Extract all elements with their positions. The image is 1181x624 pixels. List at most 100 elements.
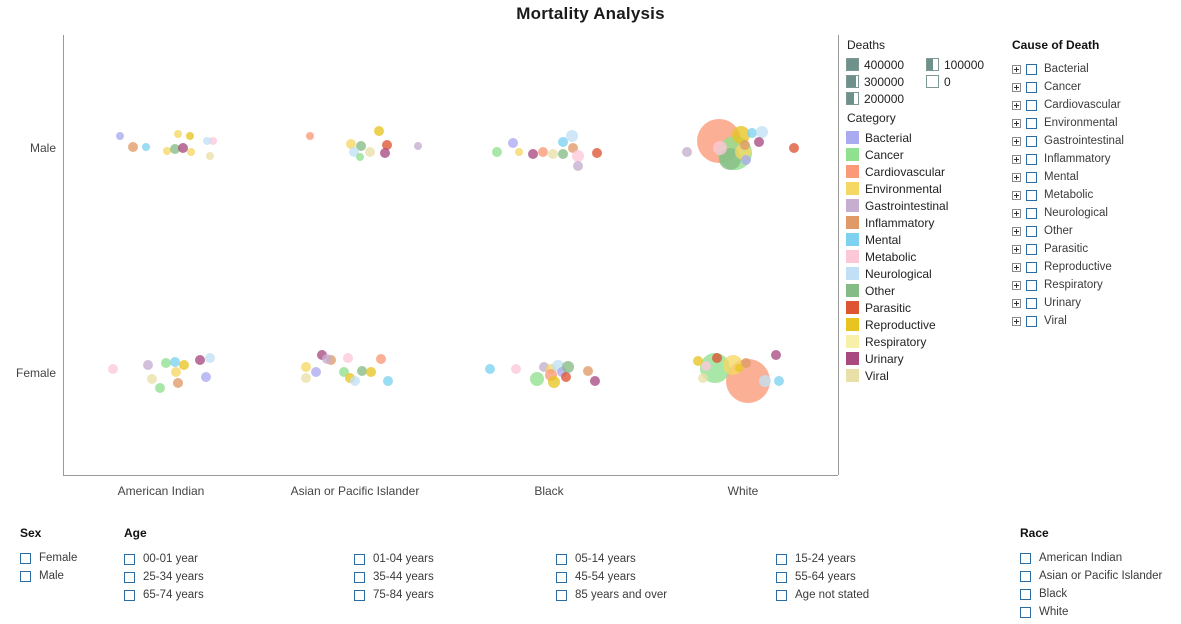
bubble-point[interactable]: [789, 143, 799, 153]
expand-plus-icon[interactable]: [1012, 208, 1021, 218]
age-filter-item-checkbox[interactable]: [776, 553, 787, 565]
race-filter-item-checkbox[interactable]: [1020, 606, 1031, 618]
cause-of-death-item[interactable]: Other: [1012, 222, 1181, 240]
expand-plus-icon[interactable]: [1012, 82, 1021, 92]
bubble-point[interactable]: [306, 132, 314, 140]
age-filter-item-checkbox[interactable]: [354, 553, 365, 565]
bubble-point[interactable]: [682, 147, 692, 157]
cause-of-death-item[interactable]: Cancer: [1012, 78, 1181, 96]
cause-of-death-checkbox[interactable]: [1026, 207, 1037, 219]
age-filter-item[interactable]: 45-54 years: [556, 568, 667, 586]
bubble-point[interactable]: [187, 148, 195, 156]
bubble-point[interactable]: [201, 372, 211, 382]
category-legend-item[interactable]: Other: [846, 282, 1006, 299]
age-filter-item-checkbox[interactable]: [354, 571, 365, 583]
age-filter-item-checkbox[interactable]: [776, 589, 787, 601]
bubble-point[interactable]: [356, 153, 364, 161]
bubble-point[interactable]: [128, 142, 138, 152]
race-filter-item[interactable]: White: [1020, 603, 1162, 621]
race-filter-item-checkbox[interactable]: [1020, 570, 1031, 582]
bubble-point[interactable]: [311, 367, 321, 377]
race-filter-item[interactable]: Black: [1020, 585, 1162, 603]
expand-plus-icon[interactable]: [1012, 316, 1021, 326]
sex-filter-item[interactable]: Female: [20, 549, 77, 567]
bubble-point[interactable]: [566, 130, 578, 142]
bubble-point[interactable]: [712, 353, 722, 363]
age-filter-item-checkbox[interactable]: [124, 589, 135, 601]
age-filter-item-checkbox[interactable]: [556, 589, 567, 601]
age-filter-item-checkbox[interactable]: [354, 589, 365, 601]
bubble-point[interactable]: [366, 367, 376, 377]
cause-of-death-checkbox[interactable]: [1026, 315, 1037, 327]
bubble-point[interactable]: [735, 364, 743, 372]
category-legend-item[interactable]: Cardiovascular: [846, 163, 1006, 180]
sex-filter-item[interactable]: Male: [20, 567, 77, 585]
age-filter-item[interactable]: 55-64 years: [776, 568, 869, 586]
bubble-point[interactable]: [380, 148, 390, 158]
bubble-point[interactable]: [108, 364, 118, 374]
category-legend-item[interactable]: Reproductive: [846, 316, 1006, 333]
cause-of-death-item[interactable]: Reproductive: [1012, 258, 1181, 276]
cause-of-death-item[interactable]: Respiratory: [1012, 276, 1181, 294]
cause-of-death-checkbox[interactable]: [1026, 189, 1037, 201]
bubble-point[interactable]: [741, 155, 751, 165]
bubble-point[interactable]: [116, 132, 124, 140]
cause-of-death-item[interactable]: Bacterial: [1012, 60, 1181, 78]
bubble-point[interactable]: [713, 141, 727, 155]
bubble-point[interactable]: [414, 142, 422, 150]
bubble-point[interactable]: [343, 353, 353, 363]
category-legend-item[interactable]: Environmental: [846, 180, 1006, 197]
expand-plus-icon[interactable]: [1012, 100, 1021, 110]
bubble-point[interactable]: [511, 364, 521, 374]
expand-plus-icon[interactable]: [1012, 280, 1021, 290]
cause-of-death-checkbox[interactable]: [1026, 153, 1037, 165]
cause-of-death-checkbox[interactable]: [1026, 243, 1037, 255]
bubble-point[interactable]: [558, 149, 568, 159]
bubble-point[interactable]: [485, 364, 495, 374]
bubble-point[interactable]: [174, 130, 182, 138]
expand-plus-icon[interactable]: [1012, 226, 1021, 236]
cause-of-death-checkbox[interactable]: [1026, 297, 1037, 309]
category-legend-item[interactable]: Cancer: [846, 146, 1006, 163]
age-filter-item[interactable]: 01-04 years: [354, 550, 434, 568]
cause-of-death-item[interactable]: Mental: [1012, 168, 1181, 186]
bubble-point[interactable]: [759, 375, 771, 387]
cause-of-death-item[interactable]: Cardiovascular: [1012, 96, 1181, 114]
cause-of-death-item[interactable]: Gastrointestinal: [1012, 132, 1181, 150]
cause-of-death-item[interactable]: Urinary: [1012, 294, 1181, 312]
bubble-point[interactable]: [515, 148, 523, 156]
age-filter-item-checkbox[interactable]: [124, 553, 135, 565]
bubble-point[interactable]: [754, 137, 764, 147]
bubble-point[interactable]: [171, 367, 181, 377]
category-legend-item[interactable]: Inflammatory: [846, 214, 1006, 231]
bubble-point[interactable]: [548, 149, 558, 159]
category-legend-item[interactable]: Bacterial: [846, 129, 1006, 146]
age-filter-item[interactable]: 35-44 years: [354, 568, 434, 586]
category-legend-item[interactable]: Parasitic: [846, 299, 1006, 316]
bubble-point[interactable]: [508, 138, 518, 148]
cause-of-death-checkbox[interactable]: [1026, 63, 1037, 75]
bubble-point[interactable]: [383, 376, 393, 386]
cause-of-death-checkbox[interactable]: [1026, 117, 1037, 129]
bubble-point[interactable]: [147, 374, 157, 384]
cause-of-death-checkbox[interactable]: [1026, 135, 1037, 147]
bubble-point[interactable]: [590, 376, 600, 386]
category-legend-item[interactable]: Respiratory: [846, 333, 1006, 350]
race-filter-item[interactable]: Asian or Pacific Islander: [1020, 567, 1162, 585]
bubble-point[interactable]: [538, 147, 548, 157]
bubble-point[interactable]: [179, 360, 189, 370]
race-filter-item[interactable]: American Indian: [1020, 549, 1162, 567]
bubble-point[interactable]: [155, 383, 165, 393]
bubble-point[interactable]: [205, 353, 215, 363]
expand-plus-icon[interactable]: [1012, 118, 1021, 128]
cause-of-death-item[interactable]: Metabolic: [1012, 186, 1181, 204]
bubble-point[interactable]: [492, 147, 502, 157]
category-legend-item[interactable]: Mental: [846, 231, 1006, 248]
bubble-point[interactable]: [528, 149, 538, 159]
age-filter-item[interactable]: 65-74 years: [124, 586, 204, 604]
bubble-point[interactable]: [206, 152, 214, 160]
bubble-point[interactable]: [186, 132, 194, 140]
cause-of-death-item[interactable]: Neurological: [1012, 204, 1181, 222]
race-filter-item-checkbox[interactable]: [1020, 588, 1031, 600]
bubble-point[interactable]: [365, 147, 375, 157]
